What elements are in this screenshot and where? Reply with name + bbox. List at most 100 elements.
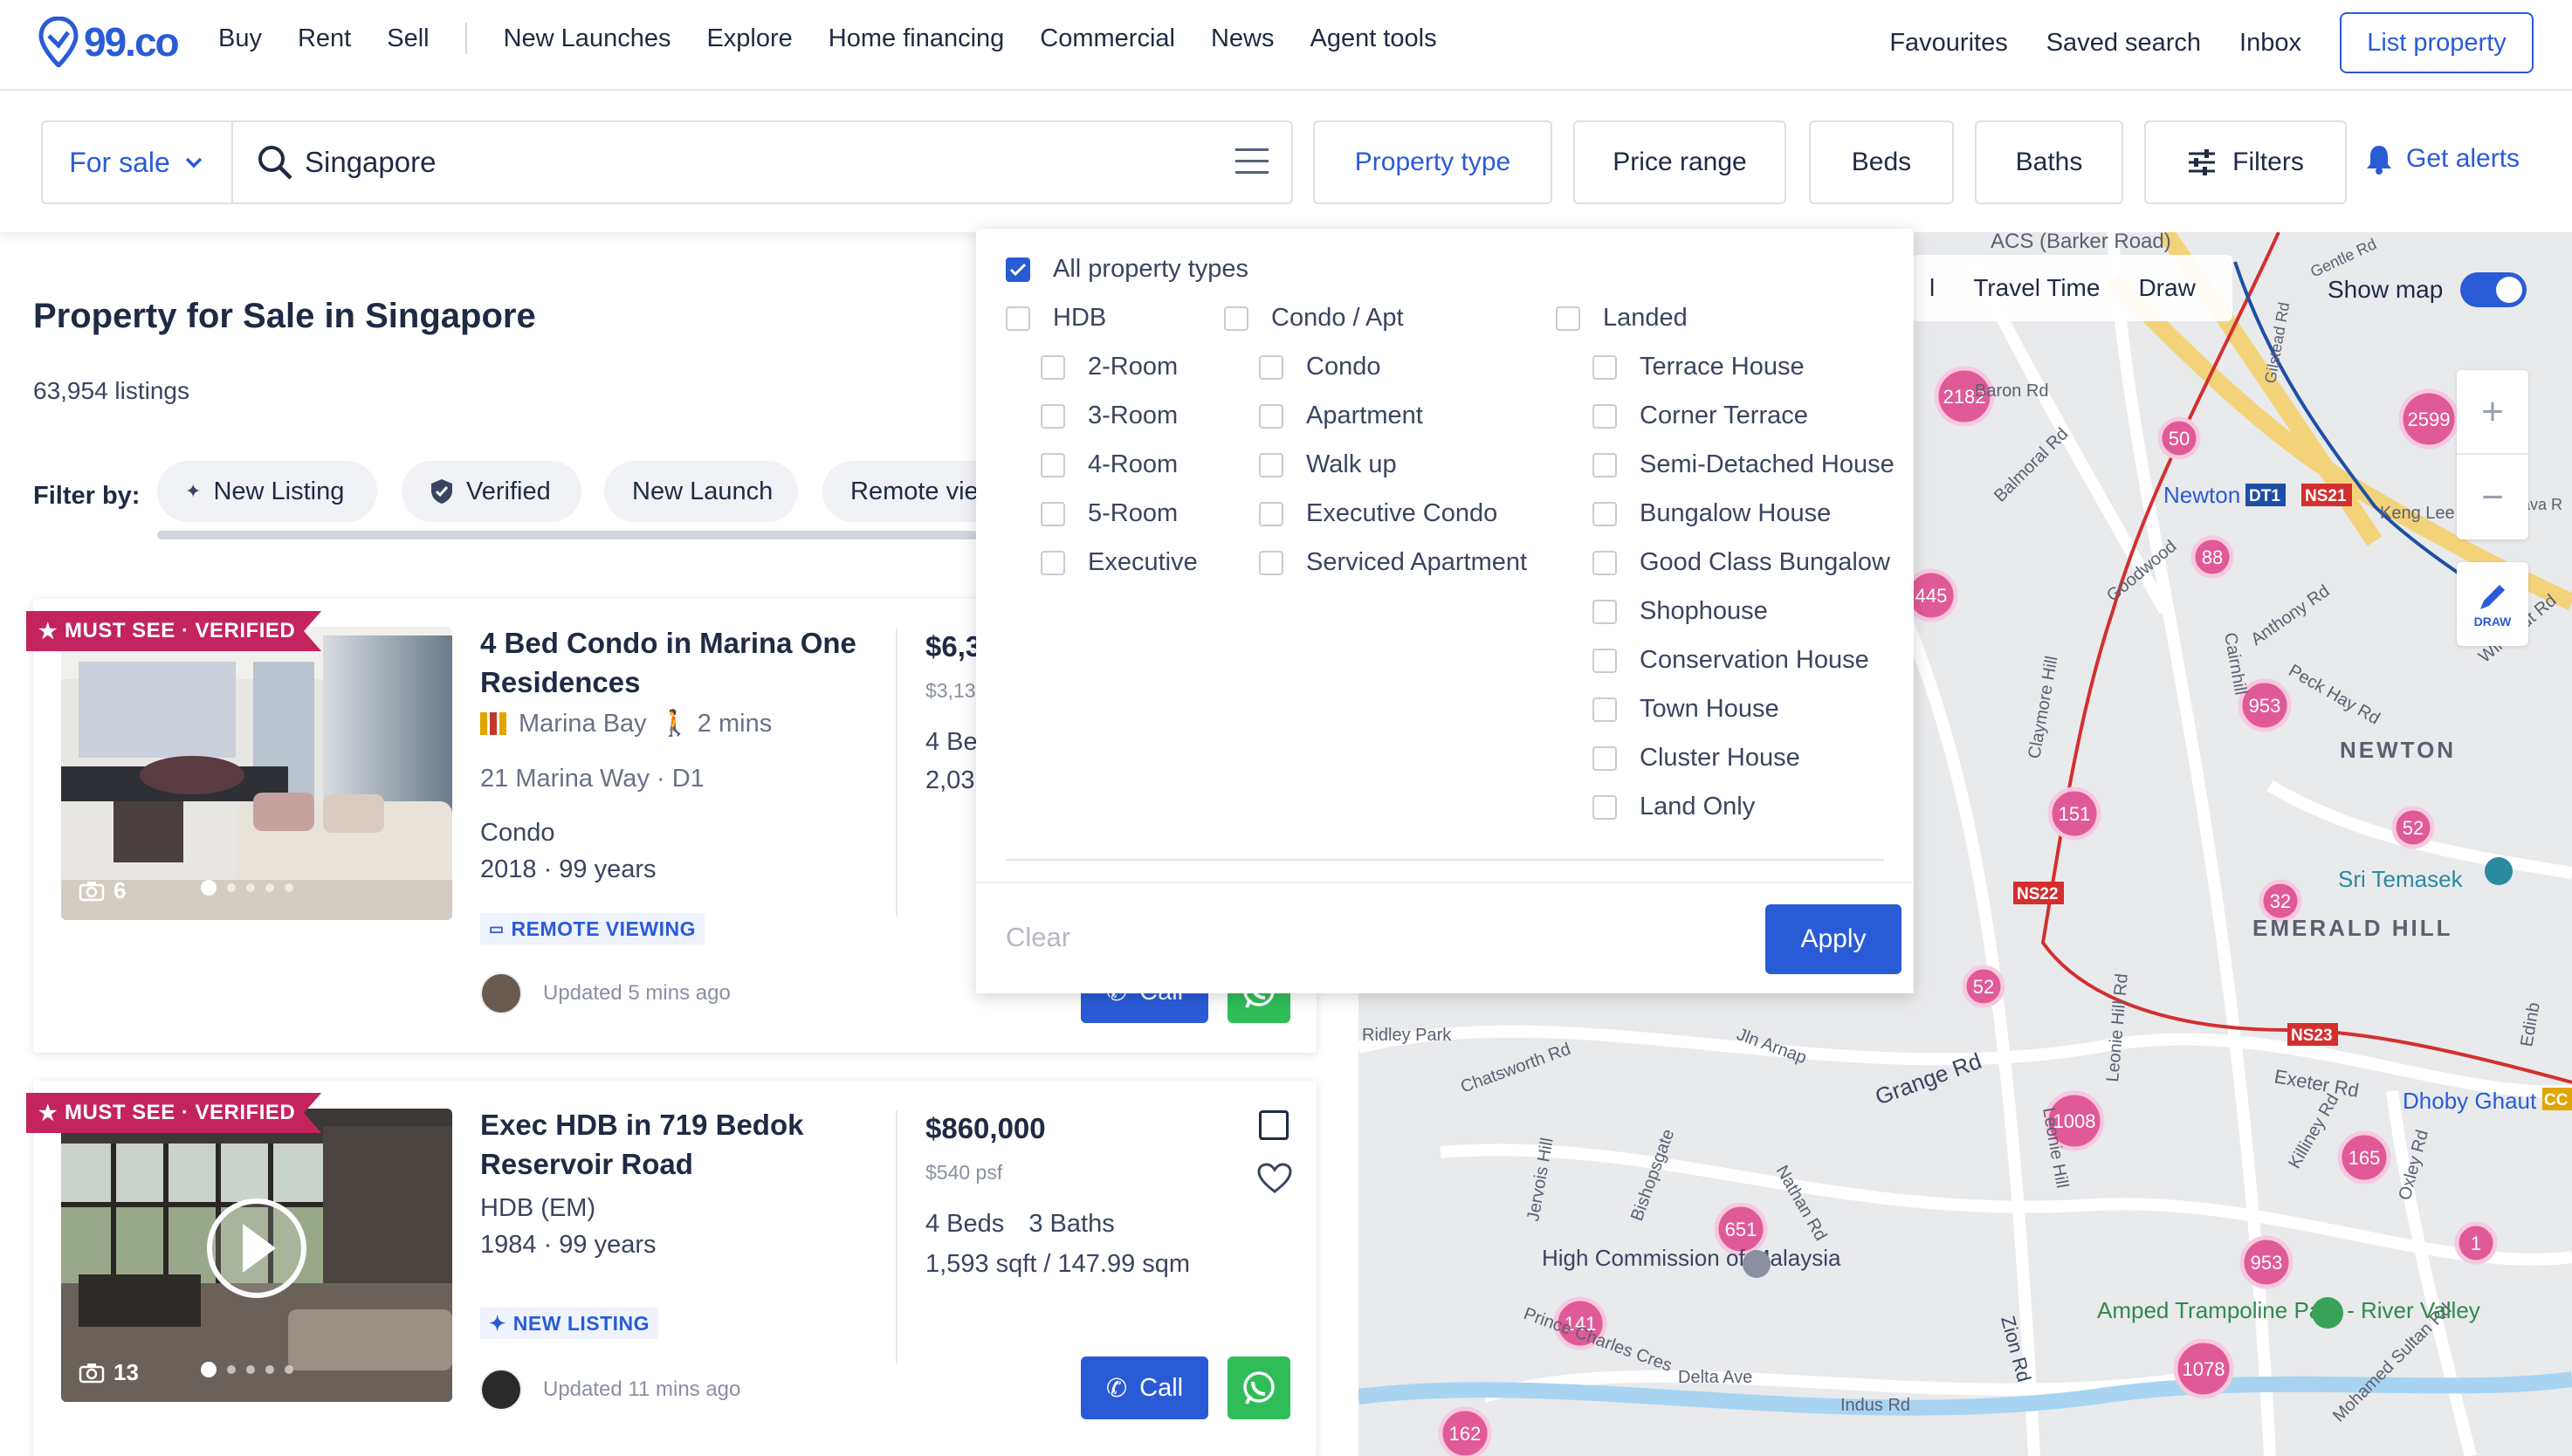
mrt-station-ns23[interactable]: NS23 — [2287, 1023, 2338, 1046]
nav-rent[interactable]: Rent — [298, 24, 351, 53]
option-shophouse[interactable]: Shophouse — [1592, 597, 1768, 626]
option-condo[interactable]: Condo — [1259, 353, 1380, 381]
checkbox[interactable] — [1259, 403, 1283, 429]
option-walk-up[interactable]: Walk up — [1259, 450, 1397, 479]
baths-filter[interactable]: Baths — [1975, 120, 2123, 204]
checkbox[interactable] — [1592, 648, 1617, 673]
nav-home-financing[interactable]: Home financing — [829, 24, 1005, 53]
option-2-room[interactable]: 2-Room — [1041, 353, 1178, 381]
mrt-station-ns22[interactable]: NS22 — [2013, 882, 2064, 904]
checkbox[interactable] — [1006, 306, 1030, 331]
tab-map-partial[interactable]: l — [1929, 274, 1935, 302]
option-apartment[interactable]: Apartment — [1259, 402, 1423, 430]
chip-scrollbar[interactable] — [157, 531, 978, 539]
carousel-dots[interactable] — [201, 1362, 304, 1377]
nav-commercial[interactable]: Commercial — [1040, 24, 1175, 53]
carousel-dots[interactable] — [201, 880, 304, 896]
option-4-room[interactable]: 4-Room — [1041, 450, 1178, 479]
checkbox[interactable] — [1224, 306, 1248, 331]
nav-sell[interactable]: Sell — [387, 24, 429, 53]
option-good-class-bungalow[interactable]: Good Class Bungalow — [1592, 548, 1890, 577]
checkbox[interactable] — [1592, 745, 1617, 771]
checkbox[interactable] — [1592, 794, 1617, 820]
nav-saved-search[interactable]: Saved search — [2046, 29, 2201, 58]
map-cluster-marker[interactable]: 162 — [1438, 1406, 1492, 1456]
compare-checkbox[interactable] — [1259, 1110, 1289, 1140]
price-range-filter[interactable]: Price range — [1573, 120, 1786, 204]
listing-card[interactable]: ★ MUST SEE · VERIFIED 13 Exec HDB in 719… — [26, 1081, 1317, 1456]
map-cluster-marker[interactable]: 1078 — [2173, 1338, 2234, 1399]
option-group-condo[interactable]: Condo / Apt — [1224, 304, 1404, 333]
heart-icon[interactable] — [1257, 1163, 1292, 1194]
nav-explore[interactable]: Explore — [706, 24, 792, 53]
option-land-only[interactable]: Land Only — [1592, 793, 1755, 821]
draw-button[interactable]: DRAW — [2457, 562, 2528, 646]
logo[interactable]: 99.co — [38, 14, 180, 70]
checkbox[interactable] — [1592, 599, 1617, 624]
map-cluster-marker[interactable]: 151 — [2047, 786, 2101, 841]
checkbox[interactable] — [1259, 501, 1283, 526]
apply-button[interactable]: Apply — [1765, 904, 1901, 974]
map-cluster-marker[interactable]: 50 — [2157, 416, 2201, 460]
search-field[interactable] — [233, 120, 1293, 204]
option-5-room[interactable]: 5-Room — [1041, 499, 1178, 528]
nav-inbox[interactable]: Inbox — [2239, 29, 2301, 58]
map-cluster-marker[interactable]: 2599 — [2398, 388, 2459, 450]
option-cluster-house[interactable]: Cluster House — [1592, 744, 1800, 773]
get-alerts-button[interactable]: Get alerts — [2364, 143, 2520, 175]
map-cluster-marker[interactable]: 1 — [2454, 1221, 2498, 1265]
option-3-room[interactable]: 3-Room — [1041, 402, 1178, 430]
option-group-landed[interactable]: Landed — [1556, 304, 1688, 333]
checkbox[interactable] — [1041, 550, 1065, 575]
agent-info[interactable]: Updated 11 mins ago — [480, 1369, 740, 1411]
whatsapp-button[interactable] — [1228, 1356, 1290, 1419]
checkbox[interactable] — [1556, 306, 1580, 331]
checkbox[interactable] — [1041, 354, 1065, 380]
option-serviced-apartment[interactable]: Serviced Apartment — [1259, 548, 1527, 577]
checkbox[interactable] — [1259, 354, 1283, 380]
tab-travel-time[interactable]: Travel Time — [1973, 274, 2100, 302]
map-cluster-marker[interactable]: 445 — [1904, 568, 1958, 622]
map-cluster-marker[interactable]: 165 — [2337, 1130, 2391, 1185]
checkbox[interactable] — [1259, 550, 1283, 575]
nav-favourites[interactable]: Favourites — [1889, 29, 2007, 58]
zoom-out-button[interactable]: − — [2457, 455, 2528, 539]
clear-button[interactable]: Clear — [1006, 922, 1070, 953]
beds-filter[interactable]: Beds — [1809, 120, 1954, 204]
checkbox[interactable] — [1592, 550, 1617, 575]
option-all-property-types[interactable]: All property types — [1006, 255, 1248, 284]
map-cluster-marker[interactable]: 953 — [2239, 1235, 2293, 1289]
checkbox[interactable] — [1041, 501, 1065, 526]
checkbox[interactable] — [1592, 452, 1617, 477]
listing-photo[interactable]: 6 — [61, 627, 452, 920]
call-button[interactable]: ✆ Call — [1081, 1356, 1208, 1419]
map-cluster-marker[interactable]: 52 — [2391, 806, 2435, 849]
nav-agent-tools[interactable]: Agent tools — [1310, 24, 1436, 53]
listing-photo[interactable]: 13 — [61, 1109, 452, 1402]
more-filters-button[interactable]: Filters — [2144, 120, 2347, 204]
checkbox[interactable] — [1592, 697, 1617, 722]
show-map-toggle[interactable]: Show map — [2328, 272, 2527, 307]
checkbox[interactable] — [1592, 354, 1617, 380]
chip-verified[interactable]: Verified — [402, 461, 581, 522]
mrt-station-dt1[interactable]: DT1 — [2245, 484, 2286, 506]
checkbox[interactable] — [1592, 501, 1617, 526]
agent-info[interactable]: Updated 5 mins ago — [480, 972, 731, 1014]
poi-marker-icon[interactable] — [2485, 857, 2513, 885]
option-executive[interactable]: Executive — [1041, 548, 1198, 577]
search-input[interactable] — [305, 146, 1178, 179]
embassy-icon[interactable] — [1743, 1250, 1771, 1278]
chip-new-launch[interactable]: New Launch — [604, 461, 798, 522]
option-conservation-house[interactable]: Conservation House — [1592, 646, 1869, 675]
checkbox[interactable] — [1592, 403, 1617, 429]
checkbox[interactable] — [1259, 452, 1283, 477]
map-cluster-marker[interactable]: 52 — [1962, 965, 2005, 1008]
option-executive-condo[interactable]: Executive Condo — [1259, 499, 1497, 528]
zoom-in-button[interactable]: + — [2457, 370, 2528, 455]
property-type-filter[interactable]: Property type — [1313, 120, 1552, 204]
list-property-button[interactable]: List property — [2340, 12, 2534, 73]
mrt-station-cc[interactable]: CC — [2542, 1088, 2572, 1110]
tab-draw[interactable]: Draw — [2138, 274, 2195, 302]
menu-icon[interactable] — [1235, 148, 1269, 182]
listing-mode-dropdown[interactable]: For sale — [41, 120, 233, 204]
